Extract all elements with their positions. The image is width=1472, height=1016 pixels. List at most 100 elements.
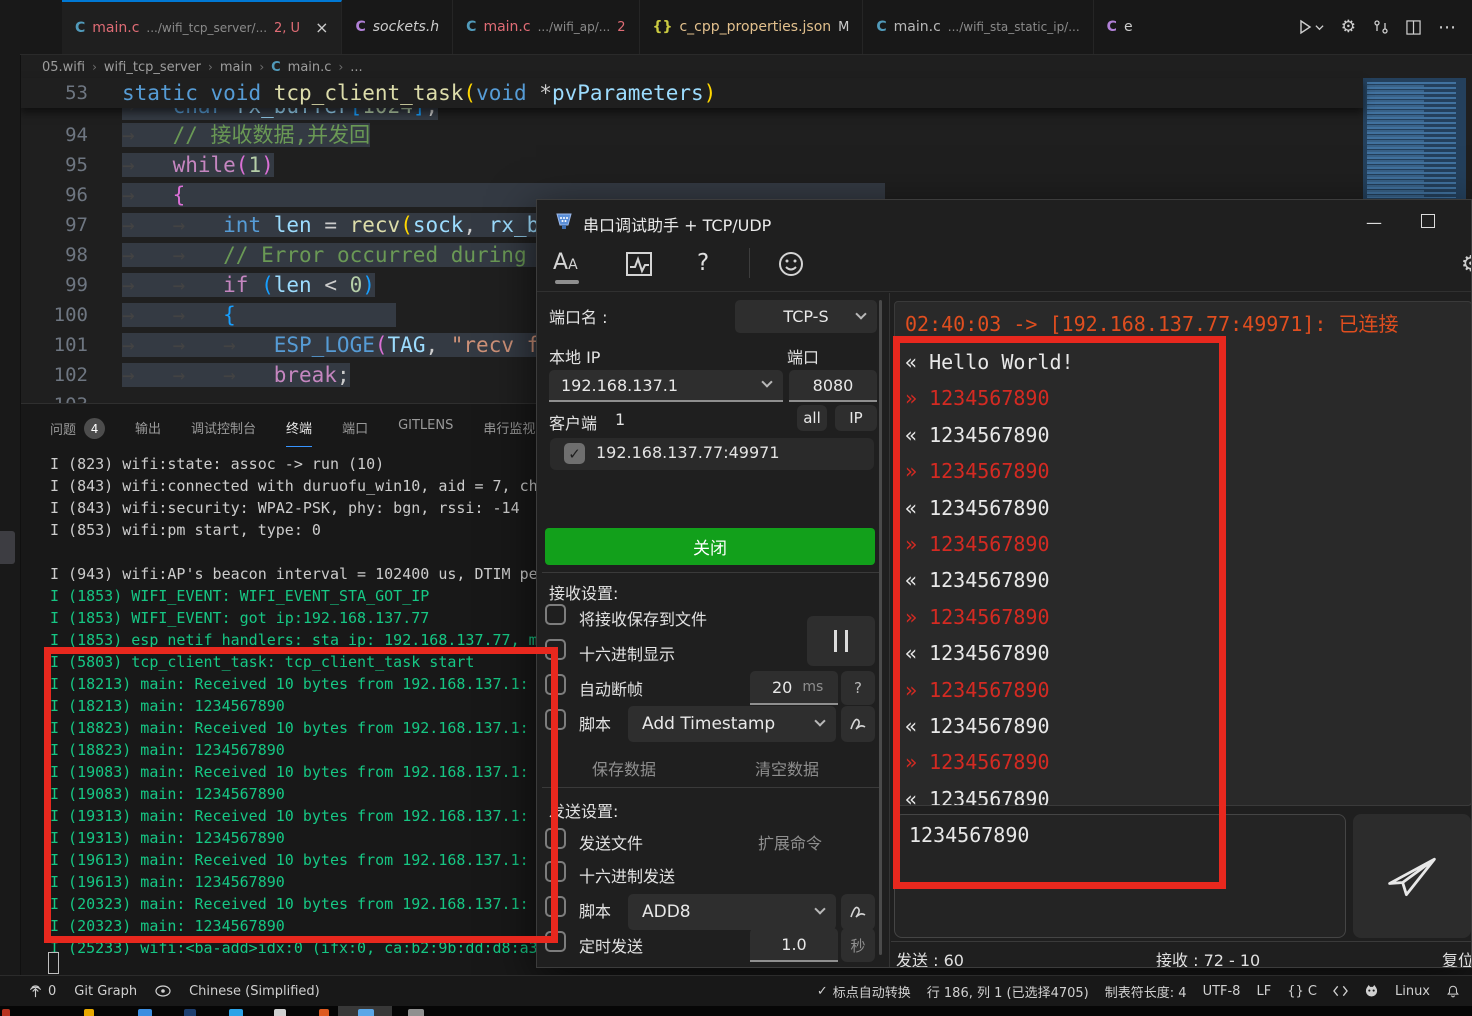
breadcrumb-item[interactable]: ... bbox=[350, 60, 362, 75]
github-icon[interactable] bbox=[1364, 984, 1379, 999]
close-icon[interactable]: × bbox=[315, 20, 328, 36]
panel-tab-终端[interactable]: 终端 bbox=[286, 418, 312, 447]
taskbar-app-icon[interactable] bbox=[84, 1009, 94, 1016]
run-debug-button[interactable] bbox=[1297, 19, 1324, 35]
terminal-line: I (943) wifi:AP's beacon interval = 1024… bbox=[50, 563, 547, 585]
git-graph-button[interactable]: Git Graph bbox=[74, 984, 137, 999]
editor-tab[interactable]: Cmain.c.../wifi_tcp_server/...2, U× bbox=[62, 0, 342, 54]
tx-script-edit-button[interactable] bbox=[841, 894, 875, 930]
rx-script-select[interactable]: Add Timestamp bbox=[628, 706, 836, 742]
taskbar-app-icon[interactable] bbox=[408, 1009, 424, 1016]
broadcast-icon bbox=[28, 984, 43, 999]
file-type-icon: C bbox=[876, 19, 886, 35]
gear-icon[interactable]: ⚙ bbox=[1461, 252, 1472, 277]
send-file-label: 发送文件 bbox=[579, 830, 643, 854]
clear-data-button[interactable]: 清空数据 bbox=[755, 756, 819, 780]
local-ip-select[interactable]: 192.168.137.1 bbox=[549, 370, 783, 402]
editor-tab[interactable]: Cmain.c.../wifi_sta_static_ip/... bbox=[863, 0, 1093, 54]
taskbar-app-icon[interactable] bbox=[358, 1009, 374, 1016]
timed-send-checkbox[interactable] bbox=[545, 931, 566, 952]
notifications-bell-icon[interactable] bbox=[1446, 984, 1460, 999]
font-size-icon[interactable]: AA bbox=[553, 250, 591, 280]
hex-send-checkbox[interactable] bbox=[545, 861, 566, 882]
extended-command-button[interactable]: 扩展命令 bbox=[758, 830, 822, 854]
editor-tab[interactable]: Cmain.c.../wifi_ap/...2 bbox=[453, 0, 639, 54]
hex-display-checkbox[interactable] bbox=[545, 639, 566, 660]
settings-scrollbar[interactable] bbox=[879, 300, 882, 955]
breadcrumb-item[interactable]: main bbox=[220, 60, 252, 75]
breadcrumb-item[interactable]: main.c bbox=[288, 60, 332, 75]
autoframe-help-button[interactable]: ? bbox=[841, 671, 875, 705]
sent-line: » 1234567890 bbox=[905, 599, 1074, 635]
tx-script-select[interactable]: ADD8 bbox=[628, 894, 836, 930]
sticky-scroll-line[interactable]: 53 static void tcp_client_task(void *pvP… bbox=[20, 78, 1363, 108]
eol-indicator[interactable]: LF bbox=[1256, 984, 1271, 999]
autoframe-checkbox[interactable] bbox=[545, 674, 566, 695]
smiley-icon[interactable] bbox=[777, 250, 805, 282]
os-indicator[interactable]: Linux bbox=[1395, 984, 1430, 999]
close-connection-button[interactable]: 关闭 bbox=[545, 528, 875, 565]
panel-tab-输出[interactable]: 输出 bbox=[135, 418, 161, 446]
breadcrumb-item[interactable]: 05.wifi bbox=[42, 60, 85, 75]
receive-data-panel[interactable]: 02:40:03 -> [192.168.137.77:49971]: 已连接 … bbox=[894, 301, 1472, 806]
gear-icon[interactable]: ⚙ bbox=[1341, 17, 1356, 37]
remote-indicator[interactable]: 0 bbox=[28, 984, 56, 999]
taskbar-app-icon[interactable] bbox=[2, 1009, 10, 1016]
maximize-button[interactable] bbox=[1421, 214, 1435, 228]
editor-tab[interactable]: Ce bbox=[1094, 0, 1144, 54]
taskbar-app-icon[interactable] bbox=[138, 1009, 152, 1016]
tx-script-checkbox[interactable] bbox=[545, 896, 566, 917]
panel-tab-GITLENS[interactable]: GITLENS bbox=[398, 418, 453, 442]
minimize-button[interactable]: — bbox=[1363, 211, 1385, 233]
editor-tab[interactable]: {}c_cpp_properties.jsonM bbox=[640, 0, 864, 54]
panel-tab-调试控制台[interactable]: 调试控制台 bbox=[191, 418, 256, 446]
compare-changes-icon[interactable] bbox=[1373, 19, 1389, 35]
breadcrumb-item[interactable]: wifi_tcp_server bbox=[104, 60, 201, 75]
line-number: 96 bbox=[20, 180, 88, 210]
waveform-icon[interactable] bbox=[625, 250, 653, 282]
editor-tab[interactable]: Csockets.h bbox=[342, 0, 453, 54]
send-button[interactable] bbox=[1353, 814, 1471, 938]
select-all-button[interactable]: all bbox=[797, 405, 827, 431]
timed-send-interval-input[interactable]: 1.0 bbox=[750, 928, 838, 962]
send-input[interactable]: 1234567890 bbox=[894, 814, 1346, 938]
autoframe-ms-input[interactable]: 20 ms bbox=[750, 671, 838, 705]
reset-counter-button[interactable]: 复位计 bbox=[1442, 947, 1472, 968]
language-mode[interactable]: {} C bbox=[1287, 984, 1317, 999]
indentation-indicator[interactable]: 制表符长度: 4 bbox=[1105, 982, 1187, 1001]
chevron-down-icon bbox=[761, 376, 772, 387]
taskbar-app-icon[interactable] bbox=[319, 1009, 329, 1016]
code-brackets-icon[interactable] bbox=[1333, 985, 1348, 997]
breadcrumb[interactable]: 05.wifi›wifi_tcp_server›main›Cmain.c›... bbox=[42, 56, 363, 78]
port-number-input[interactable]: 8080 bbox=[789, 370, 877, 402]
code-line: 95→ while(1) bbox=[20, 150, 1472, 180]
taskbar-app-icon[interactable] bbox=[229, 1009, 243, 1016]
terminal-line: I (19613) main: Received 10 bytes from 1… bbox=[50, 849, 547, 871]
rx-script-checkbox[interactable] bbox=[545, 709, 566, 730]
more-actions-icon[interactable]: ⋯ bbox=[1438, 17, 1458, 38]
send-file-checkbox[interactable] bbox=[545, 828, 566, 849]
rx-script-edit-button[interactable] bbox=[841, 706, 875, 742]
client-checkbox[interactable]: ✓ bbox=[564, 443, 585, 464]
pause-button[interactable] bbox=[807, 616, 875, 666]
punct-converter-button[interactable]: ✓标点自动转换 bbox=[817, 982, 911, 1001]
port-type-select[interactable]: TCP-S bbox=[735, 300, 877, 333]
cursor-position[interactable]: 行 186, 列 1 (已选择4705) bbox=[927, 982, 1089, 1001]
help-icon[interactable]: ? bbox=[697, 250, 709, 276]
gitlens-eye-button[interactable] bbox=[155, 985, 171, 997]
terminal-output[interactable]: I (823) wifi:state: assoc -> run (10)I (… bbox=[50, 453, 547, 959]
client-row[interactable]: ✓ 192.168.137.77:49971 bbox=[550, 438, 874, 470]
save-data-button[interactable]: 保存数据 bbox=[592, 756, 656, 780]
taskbar-app-icon[interactable] bbox=[274, 1009, 286, 1016]
panel-tab-问题[interactable]: 问题4 bbox=[50, 418, 105, 448]
send-settings-title: 发送设置: bbox=[549, 798, 618, 822]
encoding-indicator[interactable]: UTF-8 bbox=[1203, 984, 1241, 999]
language-indicator[interactable]: Chinese (Simplified) bbox=[189, 984, 320, 999]
taskbar-app-icon[interactable] bbox=[184, 1009, 196, 1016]
save-to-file-checkbox[interactable] bbox=[545, 604, 566, 625]
show-ip-button[interactable]: IP bbox=[835, 405, 877, 431]
panel-tab-端口[interactable]: 端口 bbox=[342, 418, 368, 446]
minimap[interactable] bbox=[1363, 78, 1466, 202]
terminal-cursor bbox=[48, 952, 59, 974]
split-editor-icon[interactable] bbox=[1406, 20, 1421, 35]
